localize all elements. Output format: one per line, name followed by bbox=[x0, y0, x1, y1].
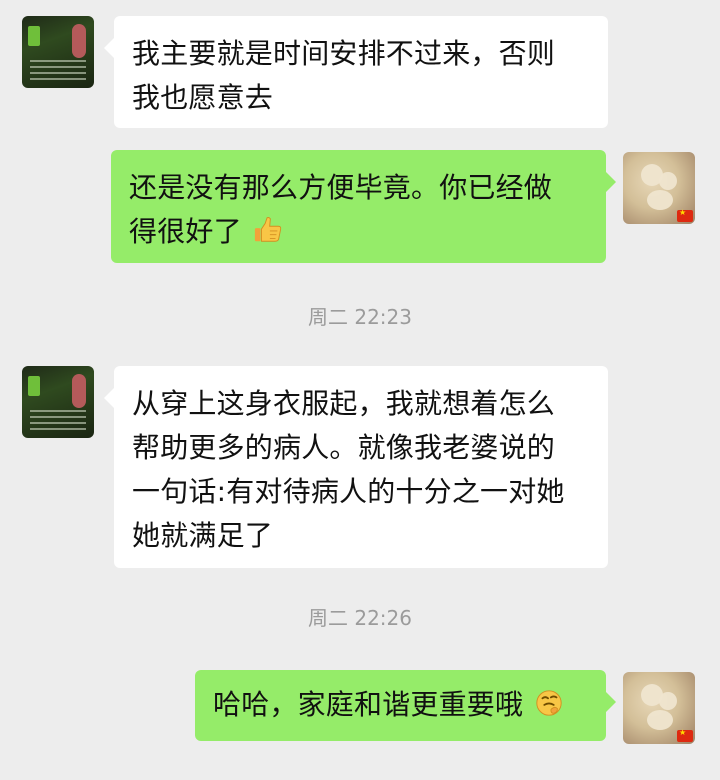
flag-icon bbox=[677, 208, 693, 222]
message-text: 从穿上这身衣服起，我就想着怎么 bbox=[132, 387, 556, 420]
my-avatar[interactable] bbox=[623, 152, 695, 224]
thinking-face-icon bbox=[536, 690, 562, 716]
avatar-line bbox=[30, 422, 86, 424]
message-bubble-right[interactable]: 哈哈，家庭和谐更重要哦 bbox=[195, 670, 616, 741]
contact-avatar[interactable] bbox=[22, 366, 94, 438]
avatar-figure bbox=[72, 374, 86, 408]
avatar-blob bbox=[647, 710, 673, 730]
avatar-blob bbox=[659, 172, 677, 190]
message-text: 得很好了 bbox=[129, 215, 242, 248]
avatar-line bbox=[30, 72, 86, 74]
message-text: 我主要就是时间安排不过来，否则 bbox=[132, 37, 556, 70]
message-text: 一句话:有对待病人的十分之一对她 bbox=[132, 475, 565, 508]
message-bubble-left[interactable]: 我主要就是时间安排不过来，否则 我也愿意去 bbox=[104, 16, 608, 128]
logo-mark bbox=[28, 376, 40, 396]
message-text: 还是没有那么方便毕竟。你已经做 bbox=[129, 171, 553, 204]
message-text: 帮助更多的病人。就像我老婆说的 bbox=[132, 431, 556, 464]
avatar-line bbox=[30, 416, 86, 418]
timestamp: 周二 22:23 bbox=[308, 305, 412, 329]
avatar-blob bbox=[659, 692, 677, 710]
logo-mark bbox=[28, 26, 40, 46]
message-bubble-left[interactable]: 从穿上这身衣服起，我就想着怎么 帮助更多的病人。就像我老婆说的 一句话:有对待病… bbox=[104, 366, 608, 568]
avatar-line bbox=[30, 410, 86, 412]
avatar-line bbox=[30, 78, 86, 80]
avatar-line bbox=[30, 60, 86, 62]
avatar-line bbox=[30, 66, 86, 68]
thumbs-up-icon bbox=[254, 217, 282, 242]
message-text: 她就满足了 bbox=[132, 519, 274, 552]
avatar-blob bbox=[647, 190, 673, 210]
timestamp: 周二 22:26 bbox=[308, 606, 412, 630]
avatar-figure bbox=[72, 24, 86, 58]
message-text: 我也愿意去 bbox=[132, 81, 274, 114]
contact-avatar[interactable] bbox=[22, 16, 94, 88]
flag-icon bbox=[677, 728, 693, 742]
avatar-line bbox=[30, 428, 86, 430]
message-bubble-right[interactable]: 还是没有那么方便毕竟。你已经做 得很好了 bbox=[111, 150, 616, 263]
my-avatar[interactable] bbox=[623, 672, 695, 744]
message-text: 哈哈，家庭和谐更重要哦 bbox=[213, 688, 524, 721]
